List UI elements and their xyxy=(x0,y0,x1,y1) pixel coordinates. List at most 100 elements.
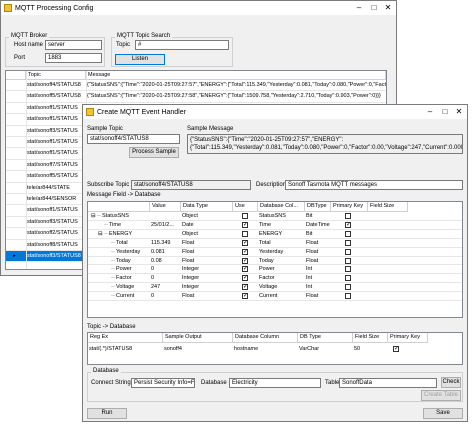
mapping-header-dbtype[interactable]: DBType xyxy=(305,202,331,212)
datatype-cell[interactable]: Date xyxy=(181,221,233,229)
port-input[interactable]: 1883 xyxy=(45,53,102,63)
process-sample-button[interactable]: Process Sample xyxy=(129,147,179,158)
sample-message-box[interactable]: {"StatusSNS":{"Time":"2020-01-25T09:27:5… xyxy=(187,134,463,154)
primary-key-checkbox[interactable] xyxy=(345,284,351,291)
value-cell[interactable]: 25/01/2... xyxy=(150,221,181,229)
dbtype-cell[interactable]: Float xyxy=(305,239,331,247)
db-column-cell[interactable]: Today xyxy=(258,257,305,265)
field-size-cell[interactable]: 50 xyxy=(353,345,388,353)
dbtype-cell[interactable]: Float xyxy=(305,248,331,256)
use-checkbox[interactable] xyxy=(242,230,248,237)
mapping-header-value[interactable]: Value xyxy=(150,202,181,212)
maximize-button[interactable]: □ xyxy=(367,1,381,15)
topic-db-grid[interactable]: Reg Ex Sample Output Database Column DB Typ… xyxy=(87,332,463,365)
primary-key-checkbox[interactable] xyxy=(345,266,351,273)
primary-key-checkbox[interactable]: ✓ xyxy=(345,221,351,228)
use-checkbox[interactable]: ✓ xyxy=(242,257,248,264)
mapping-header-use[interactable]: Use xyxy=(233,202,258,212)
datatype-cell[interactable]: Float xyxy=(181,239,233,247)
mapping-grid[interactable]: Value Data Type Use Database Col... DBType Pr… xyxy=(87,201,463,318)
mapping-header-fieldsize[interactable]: Field Size xyxy=(368,202,408,212)
db-column-cell[interactable]: Yesterday xyxy=(258,248,305,256)
value-cell[interactable]: 247 xyxy=(150,283,181,291)
dbtype-cell[interactable]: Float xyxy=(305,292,331,300)
datatype-cell[interactable]: Integer xyxy=(181,265,233,273)
host-input[interactable]: server xyxy=(45,40,102,50)
primary-key-checkbox[interactable] xyxy=(345,213,351,219)
use-checkbox[interactable]: ✓ xyxy=(242,239,248,246)
use-checkbox[interactable]: ✓ xyxy=(242,248,248,255)
col-header-message[interactable]: Message xyxy=(86,71,386,80)
db-column-cell[interactable]: Factor xyxy=(258,274,305,282)
use-checkbox[interactable]: ✓ xyxy=(242,221,248,228)
topic-db-header-field-size[interactable]: Field Size xyxy=(353,333,388,343)
sample-topic-input[interactable]: stat/sonoff4/STATUS8 xyxy=(87,134,180,144)
subscribe-topic-input[interactable]: stat/sonoff4/STATUS8 xyxy=(131,180,251,190)
dbtype-cell[interactable]: Bit xyxy=(305,212,331,220)
datatype-cell[interactable]: Float xyxy=(181,292,233,300)
topic-db-header-regex[interactable]: Reg Ex xyxy=(88,333,163,343)
value-cell[interactable]: 0 xyxy=(150,265,181,273)
regex-cell[interactable]: stat/(.*)/STATUS8 xyxy=(88,345,163,353)
table-input[interactable]: SonoffData xyxy=(339,378,437,388)
value-cell[interactable]: 0.08 xyxy=(150,257,181,265)
db-column-cell[interactable]: Total xyxy=(258,239,305,247)
topic-db-header-primary-key[interactable]: Primary Key xyxy=(388,333,428,343)
use-checkbox[interactable]: ✓ xyxy=(242,293,248,300)
primary-key-checkbox[interactable] xyxy=(345,230,351,237)
run-button[interactable]: Run xyxy=(87,408,127,419)
check-button[interactable]: Check xyxy=(441,377,461,388)
db-column-cell[interactable]: StatusSNS xyxy=(258,212,305,220)
dbtype-cell[interactable]: Int xyxy=(305,283,331,291)
mapping-header-dbcolumn[interactable]: Database Col... xyxy=(258,202,305,212)
db-column-cell[interactable]: Time xyxy=(258,221,305,229)
minimize-button[interactable]: – xyxy=(352,1,366,15)
use-checkbox[interactable]: ✓ xyxy=(242,275,248,282)
primary-key-checkbox[interactable] xyxy=(345,275,351,282)
topic-input[interactable]: # xyxy=(135,40,229,50)
use-checkbox[interactable]: ✓ xyxy=(242,266,248,273)
listen-button[interactable]: Listen xyxy=(115,54,165,65)
dbtype-cell[interactable]: Int xyxy=(305,265,331,273)
datatype-cell[interactable]: Object xyxy=(181,230,233,238)
primary-key-checkbox[interactable]: ✓ xyxy=(393,346,399,352)
mapping-header-datatype[interactable]: Data Type xyxy=(181,202,233,212)
dbtype-cell[interactable]: Int xyxy=(305,274,331,282)
topic-db-header-sample-output[interactable]: Sample Output xyxy=(163,333,233,343)
topic-db-header-dbtype[interactable]: DB Type xyxy=(298,333,353,343)
datatype-cell[interactable]: Object xyxy=(181,212,233,220)
dialog-maximize-button[interactable]: □ xyxy=(438,105,452,119)
value-cell[interactable]: 0 xyxy=(150,274,181,282)
mapping-header-name[interactable] xyxy=(88,202,150,212)
dialog-minimize-button[interactable]: – xyxy=(423,105,437,119)
primary-key-checkbox[interactable] xyxy=(345,293,351,300)
datatype-cell[interactable]: Float xyxy=(181,257,233,265)
datatype-cell[interactable]: Integer xyxy=(181,283,233,291)
db-column-cell[interactable]: Voltage xyxy=(258,283,305,291)
mapping-header-primarykey[interactable]: Primary Key xyxy=(331,202,368,212)
value-cell[interactable]: 0.081 xyxy=(150,248,181,256)
dbtype-cell[interactable]: Bit xyxy=(305,230,331,238)
save-button[interactable]: Save xyxy=(423,408,463,419)
use-checkbox[interactable] xyxy=(242,213,248,219)
description-input[interactable]: Sonoff Tasmota MQTT messages xyxy=(285,180,463,190)
primary-key-checkbox[interactable] xyxy=(345,239,351,246)
datatype-cell[interactable]: Integer xyxy=(181,274,233,282)
value-cell[interactable]: 0 xyxy=(150,292,181,300)
db-column-cell[interactable]: Power xyxy=(258,265,305,273)
value-cell[interactable]: 115.349 xyxy=(150,239,181,247)
database-input[interactable]: Electricity xyxy=(229,378,321,388)
dbtype-cell[interactable]: VarChar xyxy=(298,345,353,353)
primary-key-checkbox[interactable] xyxy=(345,257,351,264)
datatype-cell[interactable]: Float xyxy=(181,248,233,256)
dbtype-cell[interactable]: Float xyxy=(305,257,331,265)
db-column-cell[interactable]: hostname xyxy=(233,345,298,353)
db-column-cell[interactable]: Current xyxy=(258,292,305,300)
connect-string-input[interactable]: Persist Security Info=False xyxy=(131,378,195,388)
db-column-cell[interactable]: ENERGY xyxy=(258,230,305,238)
close-button[interactable]: ✕ xyxy=(381,1,395,15)
col-header-topic[interactable]: Topic xyxy=(26,71,86,80)
dialog-close-button[interactable]: ✕ xyxy=(452,105,466,119)
create-table-button[interactable]: Create Table xyxy=(421,390,461,401)
use-checkbox[interactable]: ✓ xyxy=(242,284,248,291)
